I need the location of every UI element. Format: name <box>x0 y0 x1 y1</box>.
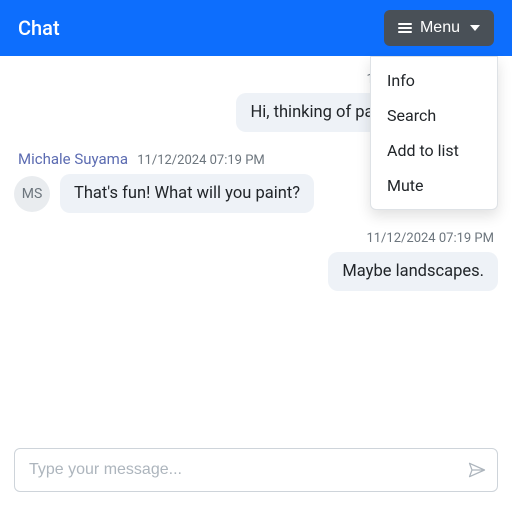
header: Chat Menu <box>0 0 512 56</box>
hamburger-icon <box>398 21 412 36</box>
composer <box>14 448 498 492</box>
message-row: MS That's fun! What will you paint? <box>14 174 314 213</box>
menu-dropdown: Info Search Add to list Mute <box>370 56 498 210</box>
page-title: Chat <box>18 16 60 40</box>
message-group: 11/12/2024 07:19 PM Maybe landscapes. <box>14 231 498 291</box>
menu-button[interactable]: Menu <box>384 10 494 46</box>
message-timestamp: 11/12/2024 07:19 PM <box>137 153 265 168</box>
message-input[interactable] <box>29 461 467 479</box>
menu-item-info[interactable]: Info <box>371 63 497 98</box>
menu-item-add-to-list[interactable]: Add to list <box>371 133 497 168</box>
chevron-down-icon <box>470 25 480 31</box>
menu-item-mute[interactable]: Mute <box>371 168 497 203</box>
send-icon <box>467 460 487 480</box>
chat-app: Chat Menu Info Search Add to list Mute 1… <box>0 0 512 510</box>
avatar: MS <box>14 176 50 212</box>
send-button[interactable] <box>467 460 487 480</box>
message-bubble: Maybe landscapes. <box>328 252 498 291</box>
menu-button-label: Menu <box>420 19 460 37</box>
menu-item-search[interactable]: Search <box>371 98 497 133</box>
message-meta: Michale Suyama 11/12/2024 07:19 PM <box>14 150 269 168</box>
message-timestamp: 11/12/2024 07:19 PM <box>362 231 498 246</box>
message-bubble: That's fun! What will you paint? <box>60 174 314 213</box>
message-sender: Michale Suyama <box>18 150 128 168</box>
